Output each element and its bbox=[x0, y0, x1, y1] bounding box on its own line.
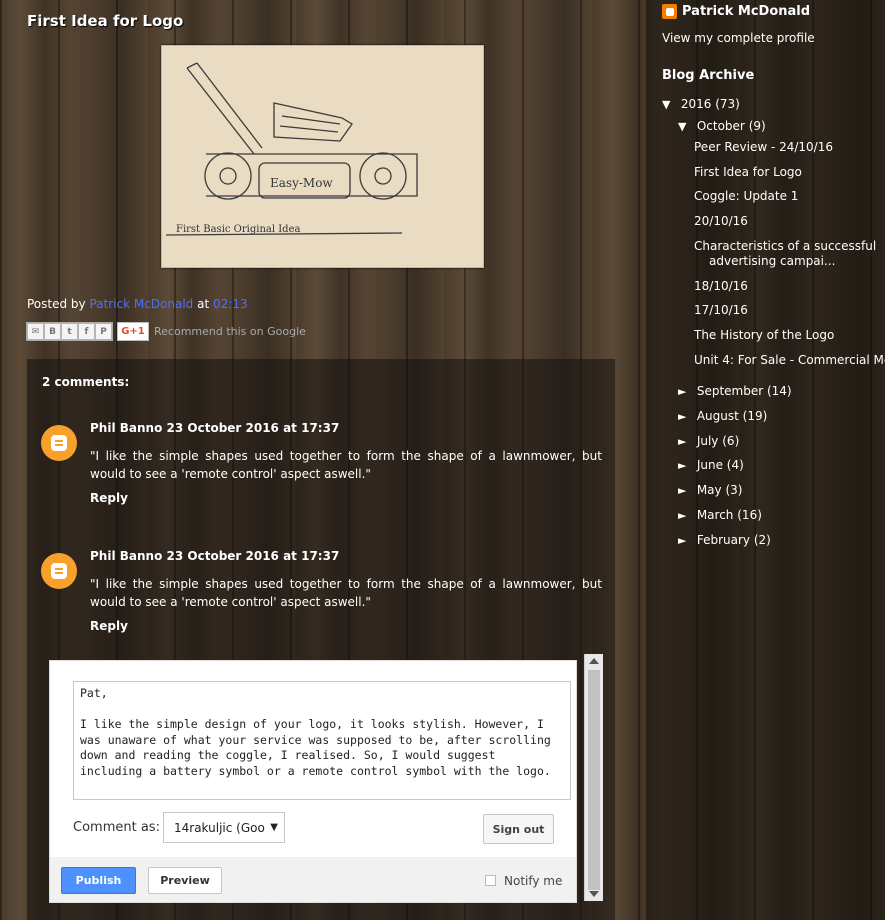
comment-body: "I like the simple shapes used together … bbox=[90, 449, 602, 481]
triangle-right-icon[interactable]: ► bbox=[678, 385, 693, 398]
triangle-right-icon[interactable]: ► bbox=[678, 410, 693, 423]
comment-date[interactable]: 23 October 2016 at 17:37 bbox=[167, 421, 340, 435]
month-count: (19) bbox=[742, 409, 768, 423]
form-scrollbar[interactable] bbox=[584, 654, 603, 901]
sidebar: Patrick McDonald View my complete profil… bbox=[646, 0, 885, 920]
form-actions: Publish Preview Notify me bbox=[50, 857, 576, 902]
month-label[interactable]: August bbox=[697, 409, 739, 423]
triangle-right-icon[interactable]: ► bbox=[678, 459, 693, 472]
archive-post-link[interactable]: Characteristics of a successful advertis… bbox=[694, 239, 885, 269]
month-label[interactable]: March bbox=[697, 508, 734, 522]
scroll-up-icon[interactable] bbox=[589, 658, 599, 664]
triangle-right-icon[interactable]: ► bbox=[678, 509, 693, 522]
comment-as-label: Comment as: bbox=[73, 820, 160, 835]
share-buttons: ✉ B t f P bbox=[26, 322, 113, 341]
comment-body: "I like the simple shapes used together … bbox=[90, 577, 602, 609]
reply-link[interactable]: Reply bbox=[90, 619, 128, 633]
archive-month-october[interactable]: ▼ October (9) bbox=[678, 119, 766, 133]
dropdown-arrow-icon: ▼ bbox=[270, 822, 278, 833]
comment-textarea[interactable]: Pat, I like the simple design of your lo… bbox=[73, 681, 571, 800]
month-label[interactable]: June bbox=[697, 458, 723, 472]
comment-author[interactable]: Phil Banno bbox=[90, 549, 162, 563]
month-count: (4) bbox=[726, 458, 744, 472]
facebook-icon[interactable]: f bbox=[78, 323, 95, 340]
month-label[interactable]: October bbox=[697, 119, 745, 133]
archive-post-link[interactable]: 20/10/16 bbox=[694, 214, 748, 228]
comment-header: Phil Banno 23 October 2016 at 17:37 bbox=[90, 549, 339, 563]
month-count: (2) bbox=[753, 533, 771, 547]
comment-as-value: 14rakuljic (Goo bbox=[174, 821, 265, 835]
archive-month[interactable]: ► August (19) bbox=[678, 409, 767, 423]
month-label[interactable]: July bbox=[697, 434, 719, 448]
recommend-text: Recommend this on Google bbox=[154, 325, 306, 338]
month-count: (16) bbox=[737, 508, 762, 522]
preview-button[interactable]: Preview bbox=[148, 867, 222, 894]
sign-out-button[interactable]: Sign out bbox=[483, 814, 554, 844]
blogger-avatar-icon bbox=[41, 553, 77, 589]
month-label[interactable]: September bbox=[697, 384, 763, 398]
archive-post-link[interactable]: Coggle: Update 1 bbox=[694, 189, 798, 203]
archive-month[interactable]: ► May (3) bbox=[678, 483, 742, 497]
pinterest-icon[interactable]: P bbox=[95, 323, 112, 340]
triangle-down-icon[interactable]: ▼ bbox=[662, 98, 677, 111]
year-label[interactable]: 2016 bbox=[681, 97, 712, 111]
scroll-down-icon[interactable] bbox=[589, 891, 599, 897]
comments-header: 2 comments: bbox=[42, 375, 130, 389]
archive-month[interactable]: ► March (16) bbox=[678, 508, 762, 522]
twitter-icon[interactable]: t bbox=[61, 323, 78, 340]
archive-month[interactable]: ► February (2) bbox=[678, 533, 771, 547]
post-title: First Idea for Logo bbox=[27, 12, 184, 30]
month-count: (14) bbox=[766, 384, 792, 398]
archive-month[interactable]: ► June (4) bbox=[678, 458, 744, 472]
email-icon[interactable]: ✉ bbox=[27, 323, 44, 340]
brand-text: Easy-Mow bbox=[270, 176, 333, 190]
profile-link[interactable]: View my complete profile bbox=[662, 31, 815, 45]
comment-date[interactable]: 23 October 2016 at 17:37 bbox=[167, 549, 340, 563]
comment-author[interactable]: Phil Banno bbox=[90, 421, 162, 435]
author-link[interactable]: Patrick McDonald bbox=[89, 297, 193, 311]
notify-label: Notify me bbox=[504, 874, 563, 888]
posted-by-label: Posted by bbox=[27, 297, 86, 311]
comment-as-select[interactable]: 14rakuljic (Goo ▼ bbox=[163, 812, 285, 843]
scroll-thumb[interactable] bbox=[588, 670, 600, 890]
gplus-button[interactable]: G+1 bbox=[117, 322, 149, 341]
triangle-right-icon[interactable]: ► bbox=[678, 484, 693, 497]
comment-header: Phil Banno 23 October 2016 at 17:37 bbox=[90, 421, 339, 435]
month-label[interactable]: February bbox=[697, 533, 750, 547]
month-count: (9) bbox=[748, 119, 766, 133]
archive-post-link[interactable]: Unit 4: For Sale - Commercial Me bbox=[694, 353, 885, 367]
at-label: at bbox=[197, 297, 210, 311]
caption-text: First Basic Original Idea bbox=[176, 224, 300, 235]
archive-post-link[interactable]: First Idea for Logo bbox=[694, 165, 802, 179]
archive-year[interactable]: ▼ 2016 (73) bbox=[662, 97, 740, 111]
comment-form: Pat, I like the simple design of your lo… bbox=[49, 660, 577, 903]
profile-name[interactable]: Patrick McDonald bbox=[682, 4, 810, 19]
archive-post-link[interactable]: The History of the Logo bbox=[694, 328, 834, 342]
triangle-down-icon[interactable]: ▼ bbox=[678, 120, 693, 133]
publish-button[interactable]: Publish bbox=[61, 867, 136, 894]
archive-month[interactable]: ► July (6) bbox=[678, 434, 739, 448]
main-column: First Idea for Logo Easy-Mow First Basic… bbox=[0, 0, 625, 920]
archive-post-link[interactable]: 18/10/16 bbox=[694, 279, 748, 293]
blogger-icon bbox=[662, 4, 677, 19]
lawnmower-sketch: Easy-Mow First Basic Original Idea bbox=[165, 62, 418, 236]
month-count: (6) bbox=[722, 434, 740, 448]
archive-post-link[interactable]: 17/10/16 bbox=[694, 303, 748, 317]
year-count: (73) bbox=[715, 97, 740, 111]
triangle-right-icon[interactable]: ► bbox=[678, 534, 693, 547]
share-bar: ✉ B t f P G+1 Recommend this on Google bbox=[26, 322, 306, 341]
archive-post-link[interactable]: Peer Review - 24/10/16 bbox=[694, 140, 833, 154]
blogger-icon[interactable]: B bbox=[44, 323, 61, 340]
archive-month[interactable]: ► September (14) bbox=[678, 384, 792, 398]
post-footer: Posted by Patrick McDonald at 02:13 bbox=[27, 297, 248, 311]
archive-title: Blog Archive bbox=[662, 68, 755, 83]
blogger-avatar-icon bbox=[41, 425, 77, 461]
month-label[interactable]: May bbox=[697, 483, 722, 497]
reply-link[interactable]: Reply bbox=[90, 491, 128, 505]
notify-checkbox[interactable] bbox=[485, 875, 496, 886]
triangle-right-icon[interactable]: ► bbox=[678, 435, 693, 448]
month-count: (3) bbox=[725, 483, 743, 497]
post-image[interactable]: Easy-Mow First Basic Original Idea bbox=[161, 45, 484, 268]
post-time-link[interactable]: 02:13 bbox=[213, 297, 248, 311]
